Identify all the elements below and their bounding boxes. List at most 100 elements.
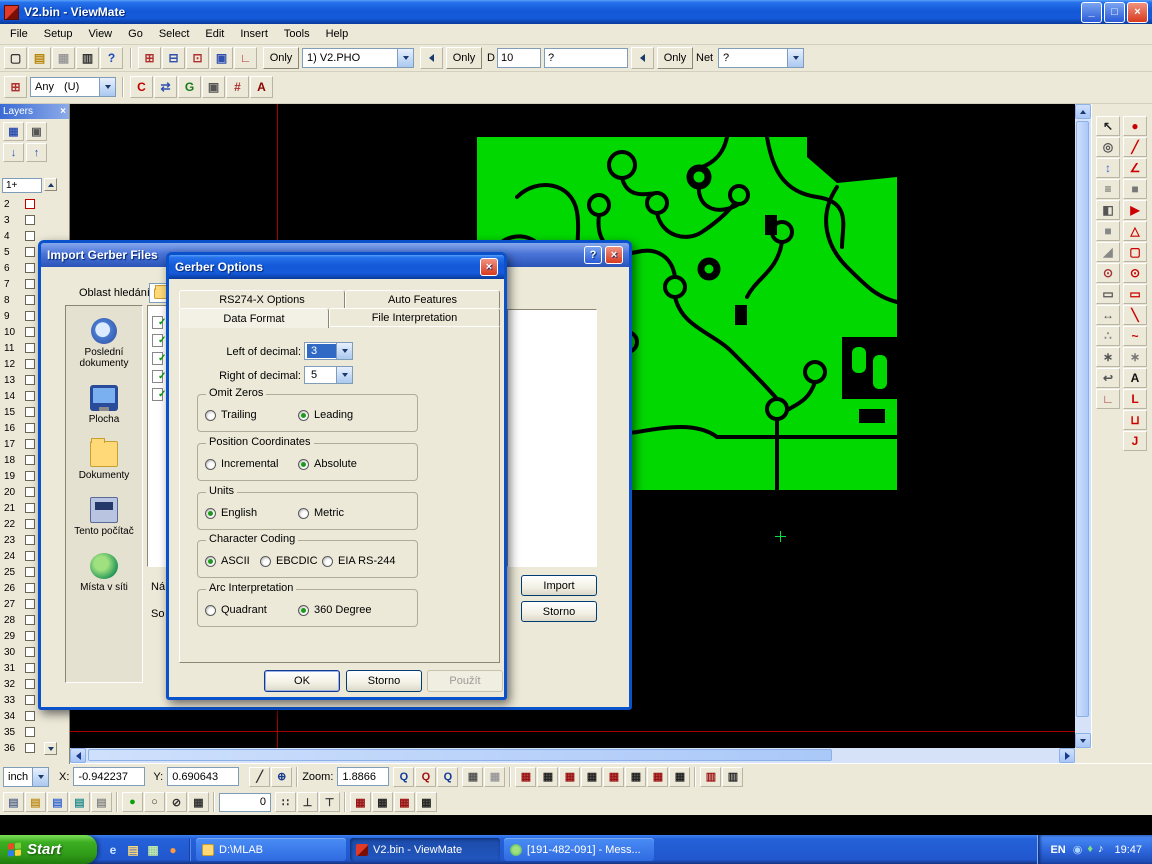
draw-circle-tool-icon[interactable]: ⊙ xyxy=(1123,263,1147,283)
board-grid-icon[interactable]: ⊞ xyxy=(138,47,161,69)
scroll-right-icon[interactable] xyxy=(1059,748,1075,763)
layer-visibility-checkbox[interactable] xyxy=(25,583,35,593)
layer-visibility-checkbox[interactable] xyxy=(25,215,35,225)
layer-scroll-down-icon[interactable] xyxy=(44,742,57,755)
draw-line-tool-icon[interactable]: ╱ xyxy=(1123,137,1147,157)
datum-down-icon[interactable]: ⊤ xyxy=(319,792,340,812)
dot-grid-icon[interactable]: ∷ xyxy=(275,792,296,812)
menu-view[interactable]: View xyxy=(80,25,120,43)
radio-english[interactable]: English xyxy=(205,507,257,519)
scroll-left-icon[interactable] xyxy=(70,748,86,763)
layer-set-3-icon[interactable]: ▤ xyxy=(47,792,68,812)
layer-film-icon[interactable]: ▣ xyxy=(26,122,47,141)
layer-set-1-icon[interactable]: ▤ xyxy=(3,792,24,812)
grid-hash-icon[interactable]: # xyxy=(226,76,249,98)
select-frame-icon[interactable]: ⊡ xyxy=(186,47,209,69)
close-button[interactable]: × xyxy=(1127,2,1148,23)
only-net-toggle[interactable]: Only xyxy=(657,47,693,69)
radio-ascii[interactable]: ASCII xyxy=(205,555,250,567)
layer-visibility-checkbox[interactable] xyxy=(25,295,35,305)
corner-tool-icon[interactable]: ∟ xyxy=(1096,389,1120,409)
layer-visibility-checkbox[interactable] xyxy=(25,615,35,625)
radio-quadrant[interactable]: Quadrant xyxy=(205,604,267,616)
browser-quicklaunch-icon[interactable]: ● xyxy=(165,842,181,858)
gerber-file-item[interactable]: ✓ xyxy=(152,370,166,383)
layer-move-down-icon[interactable]: ↓ xyxy=(3,143,24,162)
layer-visibility-checkbox[interactable] xyxy=(25,631,35,641)
origin-target-icon[interactable]: ⊕ xyxy=(271,767,292,787)
left-of-decimal-select[interactable]: 3 xyxy=(304,342,353,360)
layer-visibility-checkbox[interactable] xyxy=(25,487,35,497)
menu-select[interactable]: Select xyxy=(151,25,198,43)
aperture-1-icon[interactable]: ▦ xyxy=(350,792,371,812)
layer-visibility-checkbox[interactable] xyxy=(25,263,35,273)
layers-stack-icon[interactable]: ▣ xyxy=(210,47,233,69)
filled-rect-tool-icon[interactable]: ■ xyxy=(1123,179,1147,199)
layer-visibility-checkbox[interactable] xyxy=(25,471,35,481)
status-green-dot-icon[interactable]: ● xyxy=(122,792,143,812)
context-help-icon[interactable]: ? xyxy=(100,47,123,69)
right-of-decimal-select[interactable]: 5 xyxy=(304,366,353,384)
layer-visibility-checkbox[interactable] xyxy=(25,647,35,657)
gerber-file-item[interactable]: ✓ xyxy=(152,352,166,365)
cancel-button[interactable]: Storno xyxy=(346,670,422,692)
layer-visibility-checkbox[interactable] xyxy=(25,455,35,465)
layer-visibility-checkbox[interactable] xyxy=(25,375,35,385)
dcode-count-field[interactable]: 0 xyxy=(219,793,271,812)
taskbar-window-button-1[interactable]: V2.bin - ViewMate xyxy=(350,838,500,861)
layer-row-34[interactable]: 34 xyxy=(0,708,60,724)
layer-visibility-checkbox[interactable] xyxy=(25,359,35,369)
u-shape-tool-icon[interactable]: ⊔ xyxy=(1123,410,1147,430)
l-text-tool-icon[interactable]: L xyxy=(1123,389,1147,409)
dcode-input[interactable]: 10 xyxy=(497,48,541,68)
layer-visibility-checkbox[interactable] xyxy=(25,327,35,337)
film-view-5-icon[interactable]: ▦ xyxy=(603,767,624,787)
radio-incremental[interactable]: Incremental xyxy=(205,458,278,470)
horizontal-scrollbar[interactable] xyxy=(70,748,1075,763)
select-mode-icon[interactable]: ⊞ xyxy=(4,76,27,98)
prev-dcode-button[interactable] xyxy=(420,47,443,69)
layer-visibility-checkbox[interactable] xyxy=(25,535,35,545)
only-dcode-toggle[interactable]: Only xyxy=(446,47,482,69)
save-icon[interactable]: ▦ xyxy=(52,47,75,69)
pointer-tool-icon[interactable]: ↖ xyxy=(1096,116,1120,136)
circle-outline-icon[interactable]: ○ xyxy=(144,792,165,812)
maximize-button[interactable]: □ xyxy=(1104,2,1125,23)
grid-major-icon[interactable]: ▦ xyxy=(462,767,483,787)
menu-help[interactable]: Help xyxy=(318,25,357,43)
place-item-1[interactable]: Plocha xyxy=(66,385,142,425)
layer-visibility-checkbox[interactable] xyxy=(25,599,35,609)
layer-combobox[interactable]: 1) V2.PHO xyxy=(302,48,414,68)
menu-file[interactable]: File xyxy=(2,25,36,43)
draw-arc-tool-icon[interactable]: ~ xyxy=(1123,326,1147,346)
scrollbar-thumb[interactable] xyxy=(88,749,832,761)
layer-visibility-checkbox[interactable] xyxy=(25,727,35,737)
undo-tool-icon[interactable]: ↩ xyxy=(1096,368,1120,388)
draw-rect-tool-icon[interactable]: ▢ xyxy=(1123,242,1147,262)
clear-highlight-icon[interactable]: C xyxy=(130,76,153,98)
draw-angle-tool-icon[interactable]: ∠ xyxy=(1123,158,1147,178)
layer-visibility-checkbox[interactable] xyxy=(25,743,35,753)
place-item-4[interactable]: Místa v síti xyxy=(66,553,142,593)
film-view-3-icon[interactable]: ▦ xyxy=(559,767,580,787)
gerber-file-item[interactable]: ✓ xyxy=(152,388,166,401)
film-pair-2-icon[interactable]: ▥ xyxy=(722,767,743,787)
text-mark-icon[interactable]: A xyxy=(250,76,273,98)
x-coordinate-field[interactable]: -0.942237 xyxy=(73,767,145,786)
aperture-2-icon[interactable]: ▦ xyxy=(372,792,393,812)
chevron-down-icon[interactable] xyxy=(336,343,352,359)
move-tool-icon[interactable]: ↔ xyxy=(1096,305,1120,325)
goto-icon[interactable]: G xyxy=(178,76,201,98)
draw-arrow-tool-icon[interactable]: ▶ xyxy=(1123,200,1147,220)
y-coordinate-field[interactable]: 0.690643 xyxy=(167,767,239,786)
layer-visibility-checkbox[interactable] xyxy=(25,439,35,449)
print-icon[interactable]: ▥ xyxy=(76,47,99,69)
datum-up-icon[interactable]: ⊥ xyxy=(297,792,318,812)
dashed-rect-tool-icon[interactable]: ▭ xyxy=(1123,284,1147,304)
layer-visibility-checkbox[interactable] xyxy=(25,503,35,513)
film-pair-1-icon[interactable]: ▥ xyxy=(700,767,721,787)
chevron-down-icon[interactable] xyxy=(397,49,413,67)
menu-go[interactable]: Go xyxy=(120,25,151,43)
net-combobox[interactable]: ? xyxy=(718,48,804,68)
new-file-icon[interactable]: ▢ xyxy=(4,47,27,69)
